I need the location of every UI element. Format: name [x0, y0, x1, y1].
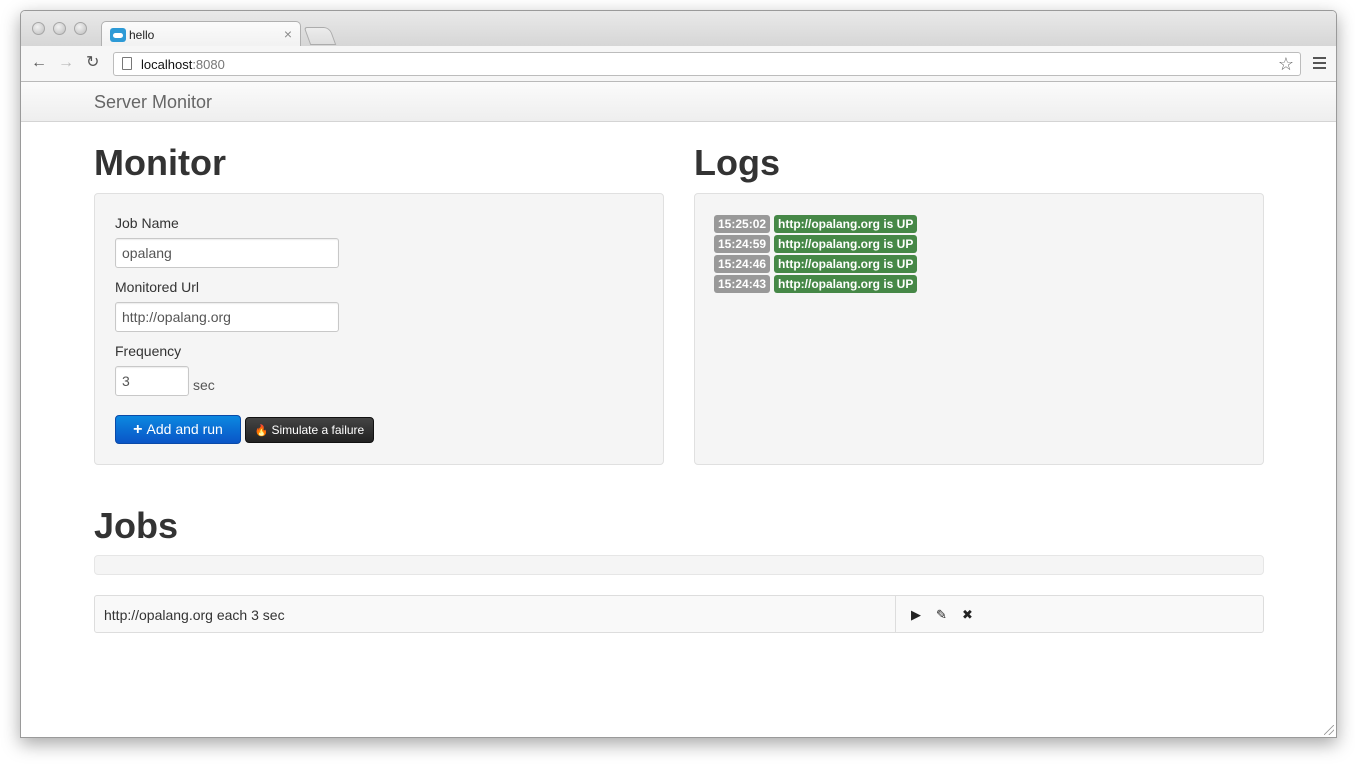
frequency-label: Frequency	[115, 343, 182, 359]
monitor-form: Job Name Monitored Url Frequency sec +Ad…	[94, 193, 664, 465]
fire-icon: 🔥	[254, 425, 269, 437]
job-name-input[interactable]	[115, 238, 339, 268]
simulate-failure-label: Simulate a failure	[271, 423, 365, 437]
jobs-toolbar	[94, 555, 1264, 575]
edit-icon[interactable]: ✎	[936, 608, 947, 622]
new-tab-button[interactable]	[303, 27, 337, 45]
job-description: http://opalang.org each 3 sec	[104, 607, 285, 623]
browser-tab[interactable]: hello ×	[101, 21, 301, 47]
navbar: Server Monitor	[21, 82, 1336, 122]
menu-icon[interactable]	[1313, 57, 1326, 69]
page-icon	[122, 57, 132, 70]
log-time-badge: 15:25:02	[714, 215, 771, 233]
url-host: localhost	[141, 57, 193, 72]
minimize-window-button[interactable]	[53, 22, 66, 35]
bookmark-star-icon[interactable]: ☆	[1278, 54, 1294, 75]
plus-icon: +	[133, 421, 143, 438]
brand-link[interactable]: Server Monitor	[94, 92, 212, 113]
play-icon[interactable]: ▶	[911, 608, 921, 622]
tab-close-icon[interactable]: ×	[284, 26, 292, 42]
column-divider	[895, 596, 896, 632]
browser-window: hello × ← → ↻ localhost:8080 ☆ Server Mo…	[20, 10, 1337, 738]
log-time-badge: 15:24:59	[714, 235, 771, 253]
back-icon[interactable]: ←	[31, 54, 47, 72]
log-status-badge: http://opalang.org is UP	[774, 215, 918, 233]
forward-icon[interactable]: →	[58, 54, 74, 72]
log-time-badge: 15:24:43	[714, 275, 771, 293]
table-row: http://opalang.org each 3 sec ▶ ✎ ✖	[94, 595, 1264, 633]
logs-panel: 15:25:02 http://opalang.org is UP 15:24:…	[694, 193, 1264, 465]
reload-icon[interactable]: ↻	[86, 54, 99, 72]
add-and-run-label: Add and run	[146, 421, 223, 437]
log-time-badge: 15:24:46	[714, 255, 771, 273]
tab-title: hello	[129, 28, 155, 42]
zoom-window-button[interactable]	[74, 22, 87, 35]
job-name-label: Job Name	[115, 215, 179, 231]
log-status-badge: http://opalang.org is UP	[774, 235, 918, 253]
jobs-heading: Jobs	[94, 505, 179, 546]
monitored-url-input[interactable]	[115, 302, 339, 332]
simulate-failure-button[interactable]: 🔥 Simulate a failure	[245, 417, 374, 443]
logs-heading: Logs	[694, 142, 780, 183]
frequency-input[interactable]	[115, 366, 189, 396]
monitor-heading: Monitor	[94, 142, 226, 183]
url-port: :8080	[192, 57, 225, 72]
frequency-unit: sec	[193, 377, 215, 393]
page-content: Server Monitor Monitor Job Name Monitore…	[21, 82, 1336, 737]
close-window-button[interactable]	[32, 22, 45, 35]
browser-toolbar: ← → ↻ localhost:8080 ☆	[21, 46, 1336, 82]
log-status-badge: http://opalang.org is UP	[774, 275, 918, 293]
delete-icon[interactable]: ✖	[962, 608, 973, 622]
add-and-run-button[interactable]: + Add and run	[115, 415, 241, 444]
cloud-icon	[110, 28, 126, 42]
monitored-url-label: Monitored Url	[115, 279, 200, 295]
url-text: localhost:8080	[141, 57, 225, 72]
address-bar[interactable]: localhost:8080 ☆	[113, 52, 1301, 76]
log-status-badge: http://opalang.org is UP	[774, 255, 918, 273]
tab-strip: hello ×	[21, 11, 1336, 47]
resize-grip-icon[interactable]	[1324, 725, 1334, 735]
